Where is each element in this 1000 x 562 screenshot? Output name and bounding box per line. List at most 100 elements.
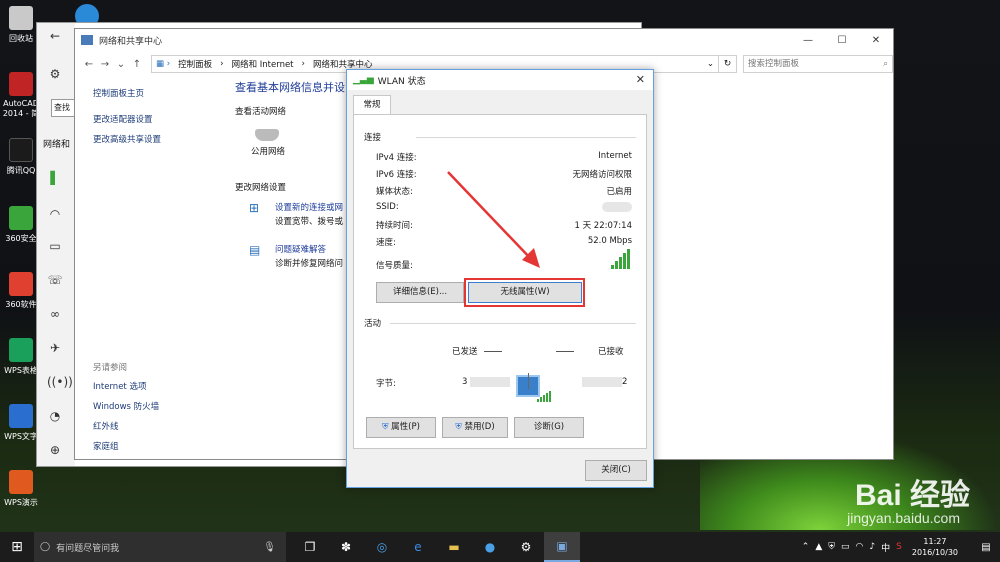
bytes-sent-redacted (470, 377, 510, 387)
browser-app-icon[interactable]: ◎ (364, 532, 400, 562)
activity-group-label: 活动 (364, 319, 382, 329)
proxy-icon[interactable]: ⊕ (47, 443, 63, 459)
action-center-icon[interactable]: ▤ (976, 542, 996, 553)
desktop-icon-wps-writer[interactable]: WPS文字 (2, 404, 40, 442)
received-label: 已接收 (598, 347, 624, 357)
details-button[interactable]: 详细信息(E)... (376, 282, 464, 303)
settings-side-label: 网络和 (43, 140, 71, 150)
airplane-icon[interactable]: ✈ (47, 341, 63, 357)
row-value: 52.0 Mbps (587, 236, 632, 246)
task-view-icon[interactable]: ❐ (292, 532, 328, 562)
breadcrumb-item[interactable]: 控制面板 (178, 58, 212, 70)
control-panel-home-link[interactable]: 控制面板主页 (93, 87, 233, 99)
group-divider (390, 323, 636, 324)
tray-chevron-icon[interactable]: ⌃ (802, 542, 810, 552)
close-dialog-button[interactable]: 关闭(C) (585, 460, 647, 481)
tab-general[interactable]: 常规 (353, 95, 391, 115)
edge-icon[interactable]: e (400, 532, 436, 562)
nav-back-icon[interactable]: ← (81, 59, 97, 70)
desktop-icon-label: WPS表格 (4, 366, 38, 375)
tray-volume-icon[interactable]: ♪ (869, 542, 875, 552)
windows-firewall-link[interactable]: Windows 防火墙 (93, 400, 159, 412)
setup-connection-link[interactable]: 设置新的连接或网 (275, 201, 343, 213)
ethernet-icon[interactable]: ▭ (47, 239, 63, 255)
highlight-box (464, 278, 585, 307)
homegroup-link[interactable]: 家庭组 (93, 440, 159, 452)
tray-app-icon[interactable]: ▲ (815, 542, 822, 552)
disable-button-label: 禁用(D) (464, 422, 495, 432)
hotspot-icon[interactable]: ((•)) (47, 375, 73, 391)
minimize-button[interactable]: — (791, 29, 825, 51)
close-button[interactable]: ✕ (859, 29, 893, 51)
microphone-icon[interactable]: 🎙 (263, 542, 276, 553)
row-key: 速度: (376, 238, 396, 248)
row-value: 已启用 (606, 187, 632, 197)
desktop-icon-wps-sheets[interactable]: WPS表格 (2, 338, 40, 376)
close-icon[interactable]: ✕ (636, 73, 645, 86)
dialup-icon[interactable]: ☏ (47, 273, 63, 289)
active-networks-label: 查看活动网络 (235, 107, 287, 117)
wifi-icon[interactable]: ◠ (47, 207, 63, 223)
ssid-redacted-value (602, 202, 632, 212)
cortana-search-input[interactable]: ◯ 有问题尽管问我 🎙 (34, 532, 286, 562)
row-key: 信号质量: (376, 261, 413, 271)
internet-options-link[interactable]: Internet 选项 (93, 380, 159, 392)
ns-window-title: 网络和共享中心 (99, 36, 163, 47)
desktop-icon-360-safe[interactable]: 360安全 (2, 206, 40, 244)
windows-start-icon[interactable]: ⊞ (0, 539, 34, 555)
maximize-button[interactable]: ☐ (825, 29, 859, 51)
vpn-icon[interactable]: ∞ (47, 307, 63, 323)
nav-recent-icon[interactable]: ⌄ (113, 59, 129, 70)
signal-bar (537, 399, 539, 402)
back-arrow-icon[interactable]: ← (47, 29, 63, 45)
ime-indicator[interactable]: 中 (881, 541, 890, 554)
cortana-icon: ◯ (40, 542, 51, 552)
nav-forward-icon[interactable]: → (97, 59, 113, 70)
wps-sheets-icon (9, 338, 33, 362)
tray-wifi-icon[interactable]: ◠ (856, 542, 864, 552)
settings-gear-icon[interactable]: ⚙ (508, 532, 544, 562)
network-center-app-icon (81, 35, 93, 45)
fan-app-icon[interactable]: ✽ (328, 532, 364, 562)
row-key: 媒体状态: (376, 187, 413, 197)
network-center-task-icon[interactable]: ▣ (544, 532, 580, 562)
tray-battery-icon[interactable]: ▭ (841, 542, 850, 552)
breadcrumb-item[interactable]: 网络和 Internet (232, 58, 294, 70)
disable-button[interactable]: ⛨ 禁用(D) (442, 417, 508, 438)
wps-presentation-icon (9, 470, 33, 494)
change-advanced-sharing-link[interactable]: 更改高级共享设置 (93, 133, 233, 145)
desktop-icon-qq[interactable]: 腾讯QQ (2, 138, 40, 176)
app-circle-icon[interactable]: ● (472, 532, 508, 562)
refresh-button[interactable]: ↻ (719, 55, 737, 73)
connection-group-label: 连接 (364, 133, 382, 143)
settings-search-button[interactable]: 查找 (51, 99, 75, 117)
bytes-sent-value: 3 (462, 377, 468, 387)
system-clock[interactable]: 11:27 2016/10/30 (912, 536, 958, 558)
desktop-icon-wps-presentation[interactable]: WPS演示 (2, 470, 40, 508)
desktop-icon-autocad[interactable]: AutoCAD 2014 - 简 (2, 72, 40, 119)
tray-shield-icon[interactable]: ⛨ (828, 542, 835, 552)
change-adapter-settings-link[interactable]: 更改适配器设置 (93, 113, 233, 125)
data-usage-icon[interactable]: ◔ (47, 409, 63, 425)
search-icon: ⌕ (883, 59, 888, 69)
diagnose-button[interactable]: 诊断(G) (514, 417, 584, 438)
nav-up-icon[interactable]: ↑ (129, 59, 145, 70)
tray-sogou-icon[interactable]: S (896, 542, 902, 552)
ns-main-pane: 查看基本网络信息并设 查看活动网络 (235, 79, 345, 117)
page-title: 查看基本网络信息并设 (235, 81, 345, 94)
row-value: 无网络访问权限 (572, 170, 632, 180)
park-bench-icon (255, 129, 279, 141)
gear-icon[interactable]: ⚙ (47, 67, 63, 83)
desktop-icon-360-software[interactable]: 360软件 (2, 272, 40, 310)
search-input[interactable]: 搜索控制面板 ⌕ (743, 55, 893, 73)
settings-sidebar: ← ⚙ 查找 网络和 ▌ ◠ ▭ ☏ ∞ ✈ ((•)) ◔ ⊕ (37, 23, 75, 466)
desktop-icon-recycle-bin[interactable]: 回收站 (2, 6, 40, 44)
infrared-link[interactable]: 红外线 (93, 420, 159, 432)
dropdown-chevron-icon[interactable]: ⌄ (707, 59, 714, 69)
properties-button[interactable]: ⛨ 属性(P) (366, 417, 436, 438)
file-explorer-icon[interactable]: ▬ (436, 532, 472, 562)
signal-bar (619, 257, 622, 269)
troubleshoot-link[interactable]: 问题疑难解答 (275, 243, 326, 255)
breadcrumb-separator: › (301, 59, 305, 69)
desktop-icon-label: WPS文字 (4, 432, 38, 441)
